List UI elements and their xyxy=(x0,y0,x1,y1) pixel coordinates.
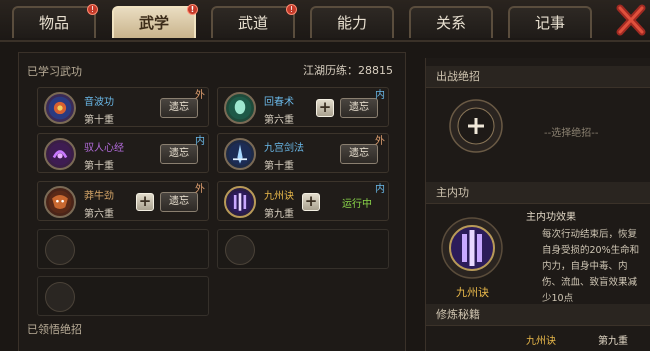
skill-type-tag: 外 xyxy=(195,184,205,195)
empty-skill-slot[interactable] xyxy=(217,229,389,269)
select-ultimate-slot[interactable] xyxy=(448,98,504,154)
training-header: 修炼秘籍 xyxy=(426,304,650,326)
close-icon[interactable] xyxy=(616,2,646,36)
tab-abilities[interactable]: 能力 xyxy=(310,6,394,38)
learned-title: 已学习武功 xyxy=(27,65,82,78)
add-button[interactable]: + xyxy=(136,193,154,211)
skill-name: 九州诀 xyxy=(264,191,294,202)
nine-states-skill-icon xyxy=(224,186,256,218)
bull-strength-skill-icon xyxy=(44,186,76,218)
skill-name: 回春术 xyxy=(264,97,294,108)
tab-journal[interactable]: 记事 xyxy=(508,6,592,38)
tab-label: 记事 xyxy=(534,14,565,32)
skill-level: 第六重 xyxy=(264,115,294,126)
add-button[interactable]: + xyxy=(316,99,334,117)
learned-skills-panel: 已学习武功 江湖历练：28815 音波功 第十重 遗忘 外 回春术 第六重 + … xyxy=(18,52,406,351)
tab-items[interactable]: 物品 ! xyxy=(12,4,98,38)
training-skill-name: 九州诀 xyxy=(526,336,556,347)
empty-slot-icon xyxy=(45,235,75,265)
notification-badge: ! xyxy=(87,4,98,15)
skill-level: 第九重 xyxy=(264,209,294,220)
skill-card[interactable]: 音波功 第十重 遗忘 外 xyxy=(37,87,209,127)
main-inner-header: 主内功 xyxy=(426,182,650,204)
skill-level: 第十重 xyxy=(84,161,114,172)
skill-card[interactable]: 九州诀 第九重 + 运行中 内 xyxy=(217,181,389,221)
skill-type-tag: 外 xyxy=(375,136,385,147)
main-skill-name: 九州诀 xyxy=(456,286,489,299)
tab-label: 武学 xyxy=(138,14,169,32)
equipped-panel: 出战绝招 --选择绝招-- 主内功 九州诀 主内功效果 每次行动结束后，恢复 自… xyxy=(425,58,650,351)
skill-level: 第十重 xyxy=(264,161,294,172)
battle-skill-header: 出战绝招 xyxy=(426,66,650,88)
tab-label: 能力 xyxy=(336,14,367,32)
effect-line: 伤、流血、致盲效果减 xyxy=(542,277,638,288)
sound-wave-skill-icon xyxy=(44,92,76,124)
ultimate-title: 已领悟绝招 xyxy=(27,323,82,336)
exp-label: 江湖历练： xyxy=(303,64,358,77)
skill-card[interactable]: 回春术 第六重 + 遗忘 内 xyxy=(217,87,389,127)
skill-name: 九宫剑法 xyxy=(264,143,304,154)
tab-martial-path[interactable]: 武道 ! xyxy=(211,4,297,38)
nine-states-skill-icon xyxy=(441,217,503,279)
empty-skill-slot[interactable] xyxy=(37,229,209,269)
tab-label: 武道 xyxy=(237,14,268,32)
notification-badge: ! xyxy=(187,4,198,15)
empty-slot-icon xyxy=(45,282,75,312)
skill-type-tag: 内 xyxy=(195,136,205,147)
plus-icon xyxy=(468,118,484,134)
skill-type-tag: 内 xyxy=(375,90,385,101)
notification-badge: ! xyxy=(286,4,297,15)
training-skill-level: 第九重 xyxy=(598,336,628,347)
effect-line: 每次行动结束后，恢复 xyxy=(542,229,638,240)
tab-relations[interactable]: 关系 xyxy=(409,6,493,38)
add-button[interactable]: + xyxy=(302,193,320,211)
effect-description: 每次行动结束后，恢复 自身受损的20%生命和 内力，自身中毒、内 伤、流血、致盲… xyxy=(542,227,639,307)
skill-name: 莽牛劲 xyxy=(84,191,114,202)
skill-name: 音波功 xyxy=(84,97,114,108)
running-status: 运行中 xyxy=(342,199,372,210)
skill-type-tag: 内 xyxy=(375,184,385,195)
healing-skill-icon xyxy=(224,92,256,124)
select-placeholder: --选择绝招-- xyxy=(544,128,599,139)
skill-name: 驭人心经 xyxy=(84,143,124,154)
effect-line: 自身受损的20%生命和 xyxy=(542,245,640,256)
tab-label: 关系 xyxy=(435,14,466,32)
skill-card[interactable]: 驭人心经 第十重 遗忘 内 xyxy=(37,133,209,173)
sword-skill-icon xyxy=(224,138,256,170)
skill-type-tag: 外 xyxy=(195,90,205,101)
main-inner-skill-slot[interactable] xyxy=(440,216,504,280)
effect-line: 内力，自身中毒、内 xyxy=(542,261,628,272)
tab-martial-arts[interactable]: 武学 ! xyxy=(112,4,198,38)
exp-value: 28815 xyxy=(358,64,393,77)
empty-slot-icon xyxy=(225,235,255,265)
mind-control-skill-icon xyxy=(44,138,76,170)
skill-level: 第十重 xyxy=(84,115,114,126)
skill-card[interactable]: 九宫剑法 第十重 遗忘 外 xyxy=(217,133,389,173)
exp-readout: 江湖历练：28815 xyxy=(303,62,393,78)
skill-card[interactable]: 莽牛劲 第六重 + 遗忘 外 xyxy=(37,181,209,221)
empty-skill-slot[interactable] xyxy=(37,276,209,316)
tab-bar: 物品 ! 武学 ! 武道 ! 能力 关系 记事 xyxy=(0,0,650,42)
tab-label: 物品 xyxy=(38,14,69,32)
skill-level: 第六重 xyxy=(84,209,114,220)
effect-title: 主内功效果 xyxy=(526,212,576,223)
